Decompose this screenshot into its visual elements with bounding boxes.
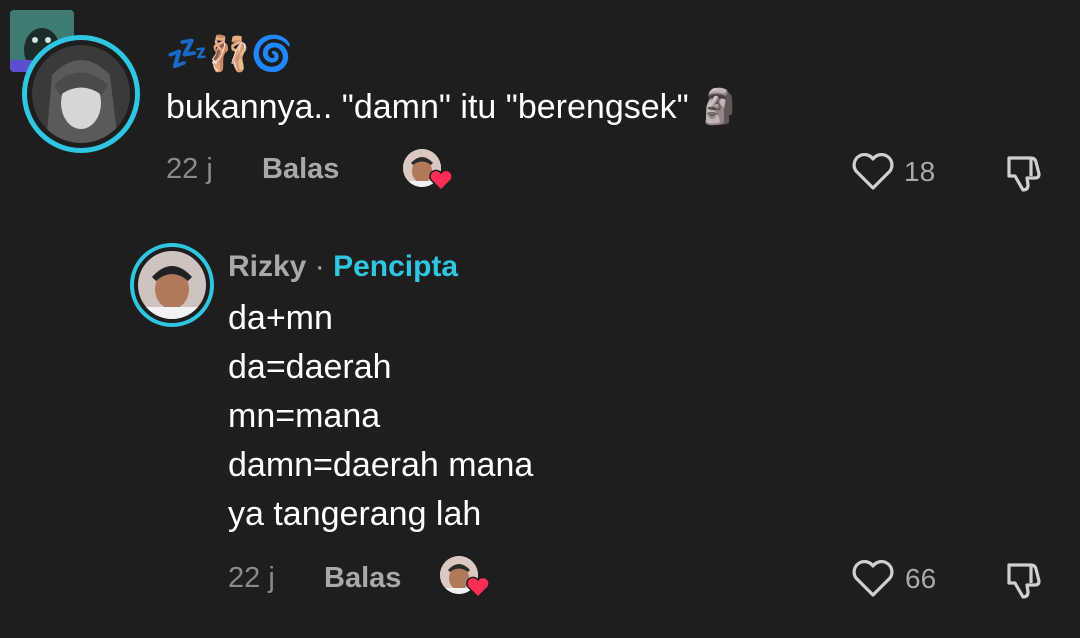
commenter-username[interactable]: 💤🩰🌀 [166,34,293,74]
reply-timestamp: 22 j [228,562,275,594]
reply-line: ya tangerang lah [228,495,482,533]
comment-text: bukannya.. "damn" itu "berengsek" 🗿 [166,88,741,126]
reply-line: da+mn [228,299,333,337]
heart-badge-icon [429,169,453,191]
reply-username[interactable]: Rizky [228,250,306,283]
comment-reply-button[interactable]: Balas [262,153,339,186]
comment-like-icon[interactable] [851,152,895,192]
heart-badge-icon [466,576,490,598]
reply-like-icon[interactable] [851,559,895,599]
creator-liked-badge [440,556,490,600]
reply-text: da+mn da=daerah mn=mana damn=daerah mana… [228,294,533,539]
comment-timestamp: 22 j [166,153,213,185]
reply-reply-button[interactable]: Balas [324,562,401,595]
creator-label: Pencipta [333,250,459,283]
reply-dislike-icon[interactable] [1001,559,1045,601]
reply-like-count: 66 [905,563,937,594]
reply-avatar[interactable] [130,243,214,327]
creator-liked-badge [403,149,453,193]
reply-line: da=daerah [228,348,392,386]
comment-dislike-icon[interactable] [1001,152,1045,194]
reply-line: damn=daerah mana [228,446,534,484]
commenter-avatar[interactable] [22,35,140,153]
reply-separator: · [314,250,325,283]
reply-header: Rizky · Pencipta [228,250,458,284]
comment-like-count: 18 [904,156,936,187]
reply-line: mn=mana [228,397,381,435]
